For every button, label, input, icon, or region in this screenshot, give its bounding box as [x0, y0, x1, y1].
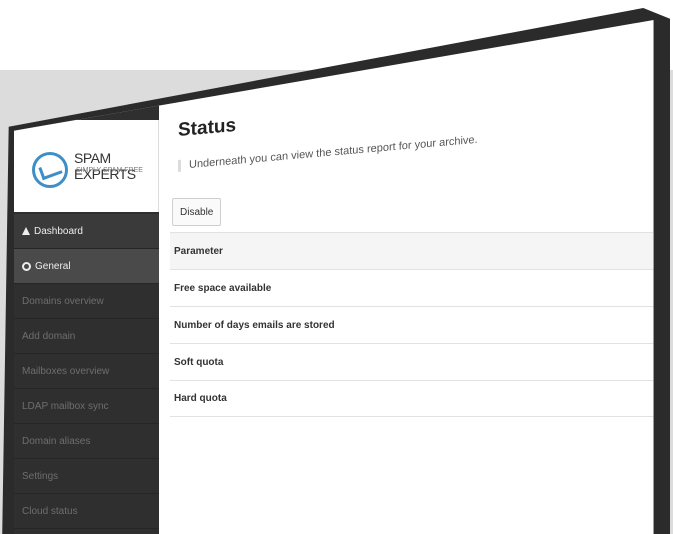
- home-icon: [22, 227, 30, 235]
- sidebar-item-add-domain[interactable]: Add domain: [14, 319, 159, 354]
- sidebar-item-label: Add domain: [22, 330, 76, 342]
- sidebar-item-label: Dashboard: [34, 225, 83, 237]
- sidebar-item-settings[interactable]: Settings: [14, 459, 159, 494]
- sidebar-item-label: Settings: [22, 470, 59, 482]
- sidebar-item-domain-aliases[interactable]: Domain aliases: [14, 424, 159, 459]
- status-table: Parameter Free space available Number of…: [170, 232, 654, 417]
- sidebar-item-label: LDAP mailbox sync: [22, 400, 109, 412]
- sidebar-item-label: General: [35, 260, 71, 272]
- sidebar-item-label: Mailboxes overview: [22, 365, 110, 377]
- sidebar-item-label: Cloud status: [22, 505, 78, 517]
- sidebar-item-label: Domains overview: [22, 295, 104, 307]
- disable-button[interactable]: Disable: [172, 198, 222, 226]
- sidebar-nav: Dashboard General Domains overview Add d…: [14, 214, 159, 529]
- globe-icon: [22, 261, 31, 271]
- page-description: Underneath you can view the status repor…: [178, 133, 478, 172]
- table-row: Soft quota: [170, 343, 654, 380]
- logo-mark-icon: [32, 152, 68, 188]
- sidebar-item-ldap-mailbox-sync[interactable]: LDAP mailbox sync: [14, 389, 159, 424]
- sidebar-item-label: Domain aliases: [22, 435, 91, 447]
- main-content: Status Underneath you can view the statu…: [164, 20, 654, 534]
- sidebar-item-mailboxes-overview[interactable]: Mailboxes overview: [14, 354, 159, 389]
- sidebar-item-general[interactable]: General: [14, 249, 159, 284]
- page-title: Status: [178, 114, 237, 141]
- sidebar-item-dashboard[interactable]: Dashboard: [14, 214, 159, 249]
- table-row: Number of days emails are stored: [170, 306, 654, 343]
- table-row: Hard quota: [170, 380, 654, 417]
- table-header: Parameter: [170, 232, 654, 269]
- brand-subtitle: SIMPLY SPAM FREE: [76, 167, 143, 174]
- brand-logo[interactable]: SPAM EXPERTS SIMPLY SPAM FREE: [14, 120, 159, 212]
- table-row: Free space available: [170, 269, 654, 306]
- sidebar-item-domains-overview[interactable]: Domains overview: [14, 284, 159, 319]
- brand-title: SPAM EXPERTS: [74, 150, 136, 182]
- sidebar-item-cloud-status[interactable]: Cloud status: [14, 494, 159, 529]
